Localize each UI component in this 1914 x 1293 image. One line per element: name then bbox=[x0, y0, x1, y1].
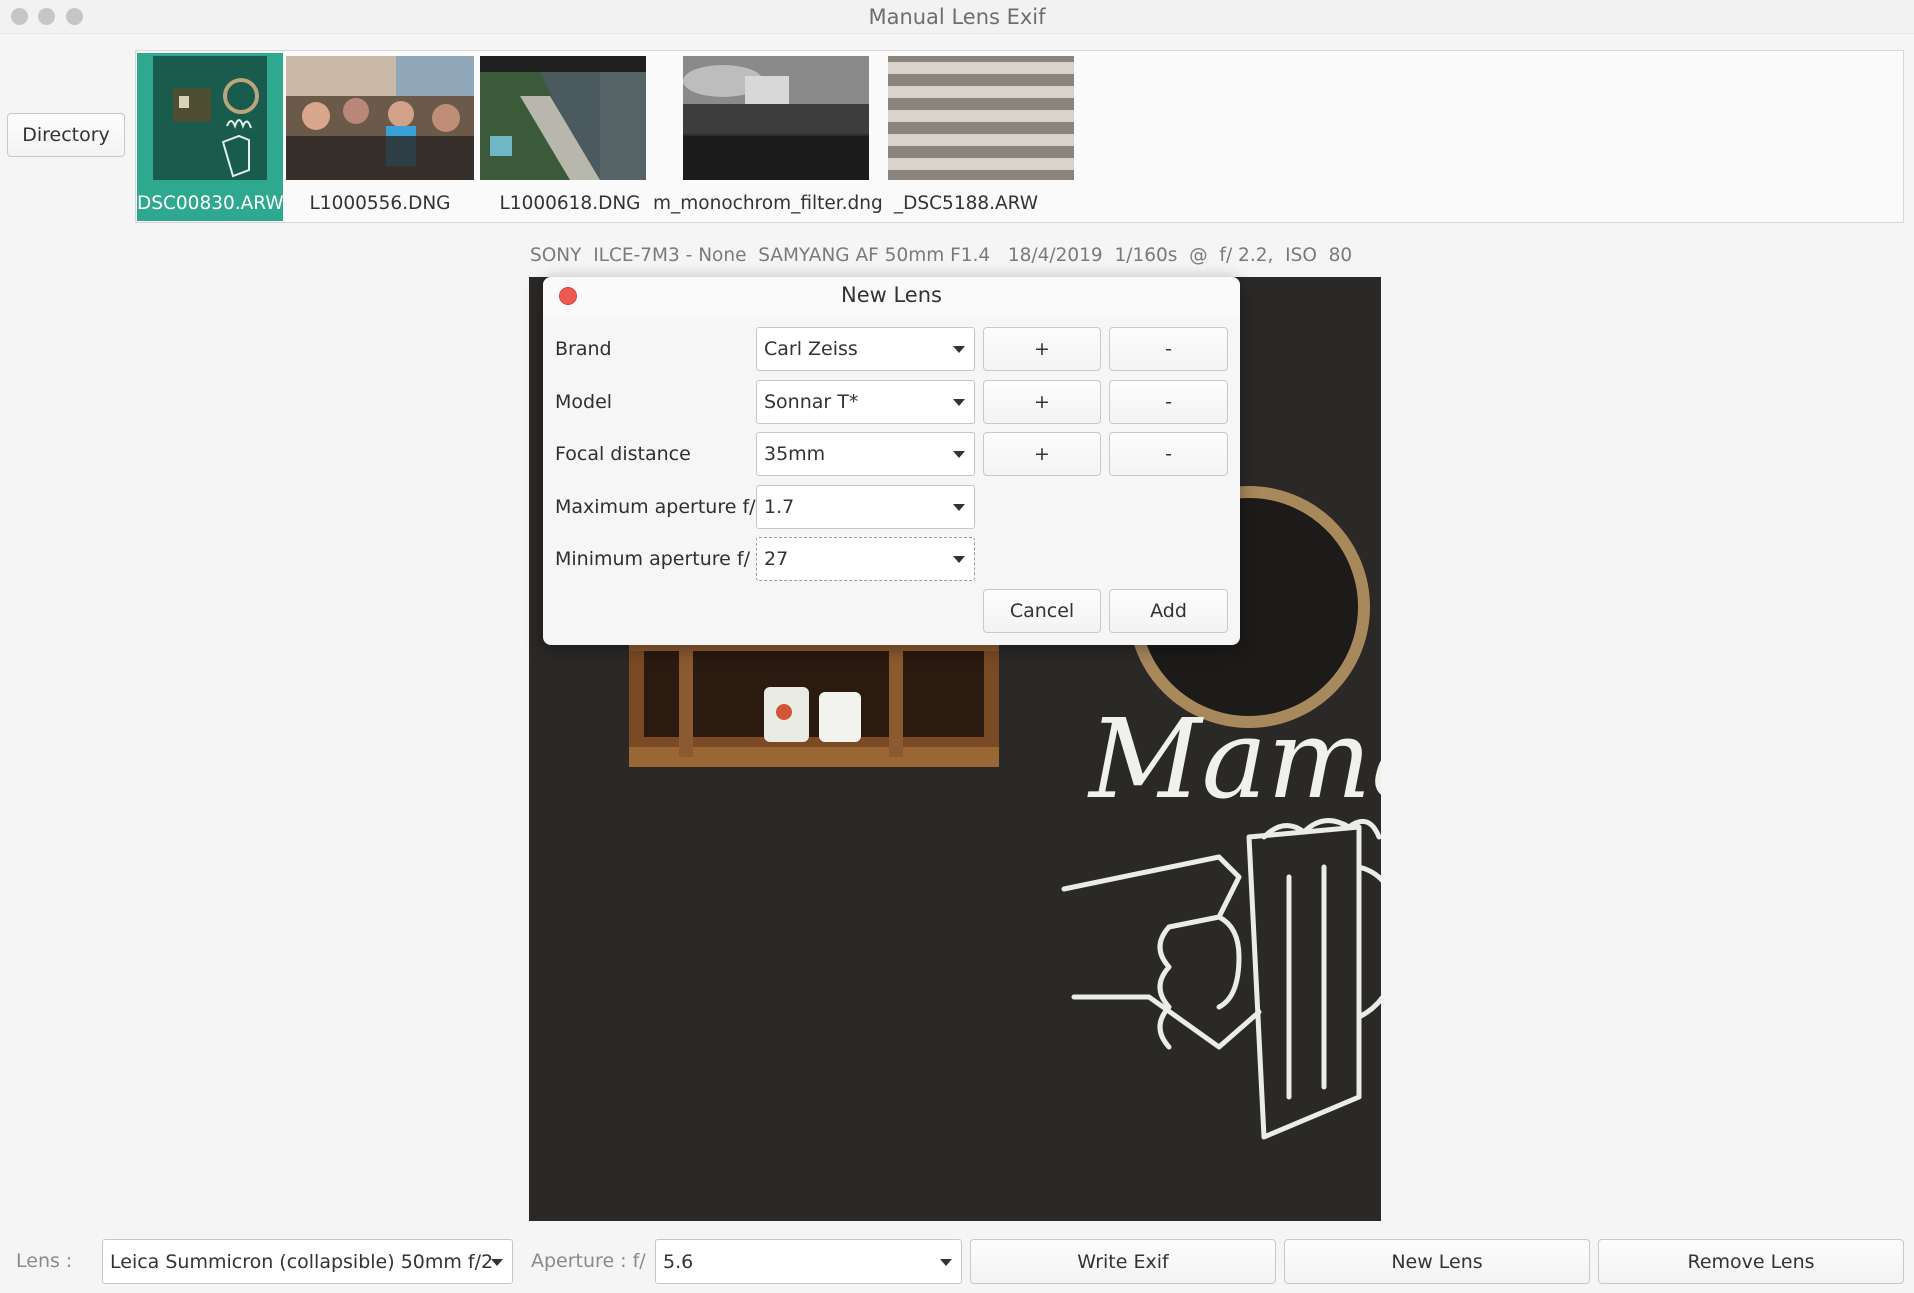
focal-distance-select-value: 35mm bbox=[764, 443, 826, 465]
add-model-button[interactable]: + bbox=[983, 380, 1101, 424]
directory-button[interactable]: Directory bbox=[7, 113, 125, 157]
brand-select[interactable]: Carl Zeiss bbox=[756, 327, 975, 371]
chevron-down-icon bbox=[940, 1258, 952, 1266]
brand-label: Brand bbox=[555, 338, 612, 360]
window-titlebar: Manual Lens Exif bbox=[0, 0, 1914, 34]
write-exif-button[interactable]: Write Exif bbox=[970, 1239, 1276, 1284]
focal-distance-label: Focal distance bbox=[555, 443, 691, 465]
model-select[interactable]: Sonnar T* bbox=[756, 380, 975, 424]
max-aperture-label: Maximum aperture f/ bbox=[555, 496, 756, 518]
thumbnail-label: L1000618.DNG bbox=[499, 193, 641, 214]
remove-model-button[interactable]: - bbox=[1109, 380, 1228, 424]
thumbnail-strip: DSC00830.ARW L1000556.DNG L1000618.DNG m… bbox=[135, 50, 1904, 223]
chevron-down-icon bbox=[953, 556, 965, 563]
model-select-value: Sonnar T* bbox=[764, 391, 859, 413]
remove-brand-button[interactable]: - bbox=[1109, 327, 1228, 371]
thumbnail-image bbox=[480, 56, 646, 180]
thumbnail-item[interactable]: L1000618.DNG bbox=[478, 53, 662, 221]
window-title: Manual Lens Exif bbox=[868, 5, 1046, 29]
max-aperture-select-value: 1.7 bbox=[764, 496, 795, 518]
chevron-down-icon bbox=[491, 1258, 503, 1266]
new-lens-button[interactable]: New Lens bbox=[1284, 1239, 1590, 1284]
chevron-down-icon bbox=[953, 451, 965, 458]
min-aperture-select[interactable]: 27 bbox=[756, 537, 975, 581]
remove-lens-button[interactable]: Remove Lens bbox=[1598, 1239, 1904, 1284]
dialog-title: New Lens bbox=[841, 283, 942, 307]
thumbnail-item[interactable]: DSC00830.ARW bbox=[137, 53, 284, 221]
lens-select[interactable]: Leica Summicron (collapsible) 50mm f/2 bbox=[102, 1239, 513, 1284]
thumbnail-item[interactable]: m_monochrom_filter.dng bbox=[653, 53, 883, 221]
chevron-down-icon bbox=[953, 346, 965, 353]
add-brand-button[interactable]: + bbox=[983, 327, 1101, 371]
thumbnail-image bbox=[153, 56, 267, 180]
model-label: Model bbox=[555, 391, 613, 413]
max-aperture-select[interactable]: 1.7 bbox=[756, 485, 975, 529]
lens-label: Lens : bbox=[16, 1250, 73, 1272]
chevron-down-icon bbox=[953, 504, 965, 511]
aperture-select-value: 5.6 bbox=[663, 1250, 694, 1273]
chalk-text: Mama bbox=[1087, 695, 1381, 823]
new-lens-dialog: New Lens Brand Carl Zeiss + - Model Sonn… bbox=[543, 277, 1240, 645]
thumbnail-item[interactable]: L1000556.DNG bbox=[284, 53, 476, 221]
thumbnail-image bbox=[888, 56, 1074, 180]
brand-select-value: Carl Zeiss bbox=[764, 338, 858, 360]
min-aperture-select-value: 27 bbox=[764, 548, 789, 570]
cancel-button[interactable]: Cancel bbox=[983, 589, 1101, 633]
chevron-down-icon bbox=[953, 399, 965, 406]
remove-focal-distance-button[interactable]: - bbox=[1109, 432, 1228, 476]
add-focal-distance-button[interactable]: + bbox=[983, 432, 1101, 476]
add-button[interactable]: Add bbox=[1109, 589, 1228, 633]
min-aperture-label: Minimum aperture f/ bbox=[555, 548, 751, 570]
focal-distance-select[interactable]: 35mm bbox=[756, 432, 975, 476]
thumbnail-label: L1000556.DNG bbox=[309, 193, 451, 214]
thumbnail-label: DSC00830.ARW bbox=[137, 193, 284, 214]
thumbnail-label: m_monochrom_filter.dng bbox=[653, 193, 883, 214]
thumbnail-image bbox=[286, 56, 474, 180]
lens-select-value: Leica Summicron (collapsible) 50mm f/2 bbox=[110, 1250, 494, 1273]
aperture-label: Aperture : f/ bbox=[531, 1250, 646, 1272]
aperture-select[interactable]: 5.6 bbox=[655, 1239, 962, 1284]
thumbnail-label: _DSC5188.ARW bbox=[893, 193, 1039, 214]
exif-info-text: SONY ILCE-7M3 - None SAMYANG AF 50mm F1.… bbox=[530, 245, 1353, 266]
thumbnail-item[interactable]: _DSC5188.ARW bbox=[871, 53, 1074, 221]
dialog-titlebar: New Lens bbox=[543, 277, 1240, 317]
thumbnail-image bbox=[683, 56, 869, 180]
